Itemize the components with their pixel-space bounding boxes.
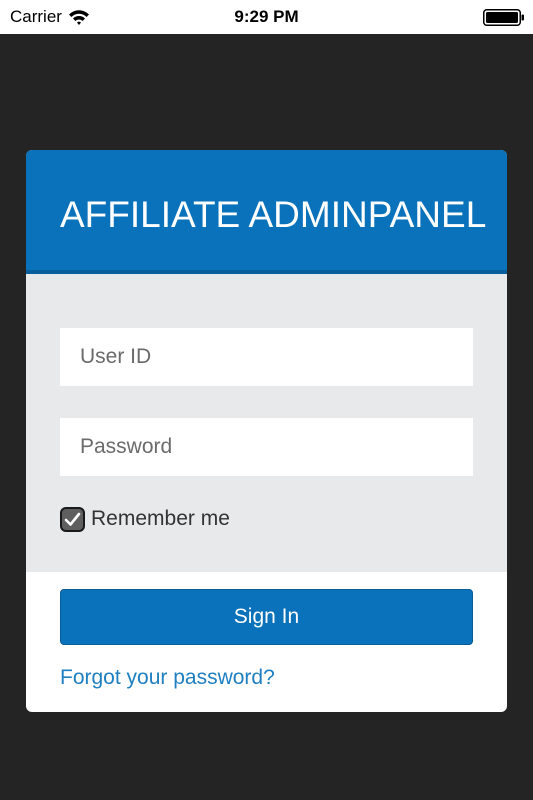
forgot-password-link[interactable]: Forgot your password?	[60, 665, 275, 691]
user-id-field[interactable]	[60, 328, 473, 386]
card-header: AFFILIATE ADMINPANEL	[26, 150, 507, 274]
page-title: AFFILIATE ADMINPANEL	[60, 194, 487, 235]
status-bar: Carrier 9:29 PM	[0, 0, 533, 34]
battery-icon	[483, 9, 524, 26]
sign-in-label: Sign In	[233, 605, 300, 628]
sign-in-button[interactable]: Sign In	[60, 589, 473, 645]
checkmark-icon	[64, 512, 81, 526]
password-field[interactable]	[60, 418, 473, 476]
remember-me-label: Remember me	[91, 507, 230, 530]
login-form: Remember me	[26, 274, 507, 572]
status-time: 9:29 PM	[234, 7, 299, 26]
remember-me-checkbox[interactable]: Remember me	[60, 506, 230, 532]
checkbox[interactable]	[60, 506, 85, 532]
login-card: AFFILIATE ADMINPANEL Remember me Sign In…	[26, 150, 507, 712]
